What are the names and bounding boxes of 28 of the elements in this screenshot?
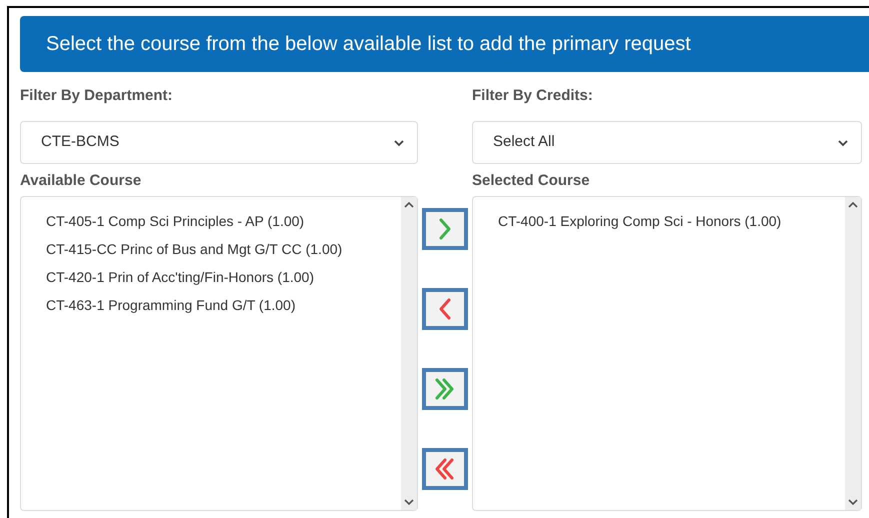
add-button[interactable] [422, 208, 468, 250]
scroll-up-icon[interactable] [404, 201, 414, 208]
filter-dropdown[interactable]: CTE-BCMS [20, 121, 418, 164]
course-option[interactable]: CT-405-1 Comp Sci Principles - AP (1.00) [46, 207, 401, 235]
scroll-up-icon[interactable] [848, 201, 858, 208]
course-listbox[interactable]: CT-400-1 Exploring Comp Sci - Honors (1.00) [472, 196, 862, 511]
double-chevron-right-icon [434, 376, 456, 402]
course-option[interactable]: CT-415-CC Princ of Bus and Mgt G/T CC (1.00) [46, 235, 401, 263]
filter-label: Filter By Credits: [472, 86, 594, 106]
scroll-down-icon[interactable] [404, 499, 414, 506]
banner-title: Select the course from the below available list to add the primary request [46, 32, 691, 57]
list-label: Selected Course [472, 171, 591, 191]
remove-button[interactable] [422, 288, 468, 330]
list-label: Available Course [20, 171, 142, 191]
remove-all-button[interactable] [422, 448, 468, 490]
double-chevron-left-icon [434, 456, 456, 482]
scrollbar[interactable] [401, 197, 417, 510]
scrollbar[interactable] [845, 197, 861, 510]
course-option[interactable]: CT-463-1 Programming Fund G/T (1.00) [46, 291, 401, 319]
filter-dropdown[interactable]: Select All [472, 121, 862, 164]
add-all-button[interactable] [422, 368, 468, 410]
filter-label: Filter By Department: [20, 86, 174, 106]
caret-icon [837, 138, 849, 146]
course-listbox[interactable]: CT-405-1 Comp Sci Principles - AP (1.00) CT-415-CC Princ of Bus and Mgt G/T CC (1.00) CT-420-1 Prin of Acc'ting/Fin-Honors (1.00) CT-463-1 Programming Fund G/T (1.00) [20, 196, 418, 511]
scroll-down-icon[interactable] [848, 499, 858, 506]
course-option[interactable]: CT-420-1 Prin of Acc'ting/Fin-Honors (1.00) [46, 263, 401, 291]
caret-icon [393, 138, 405, 146]
course-option[interactable]: CT-400-1 Exploring Comp Sci - Honors (1.00) [498, 207, 845, 235]
